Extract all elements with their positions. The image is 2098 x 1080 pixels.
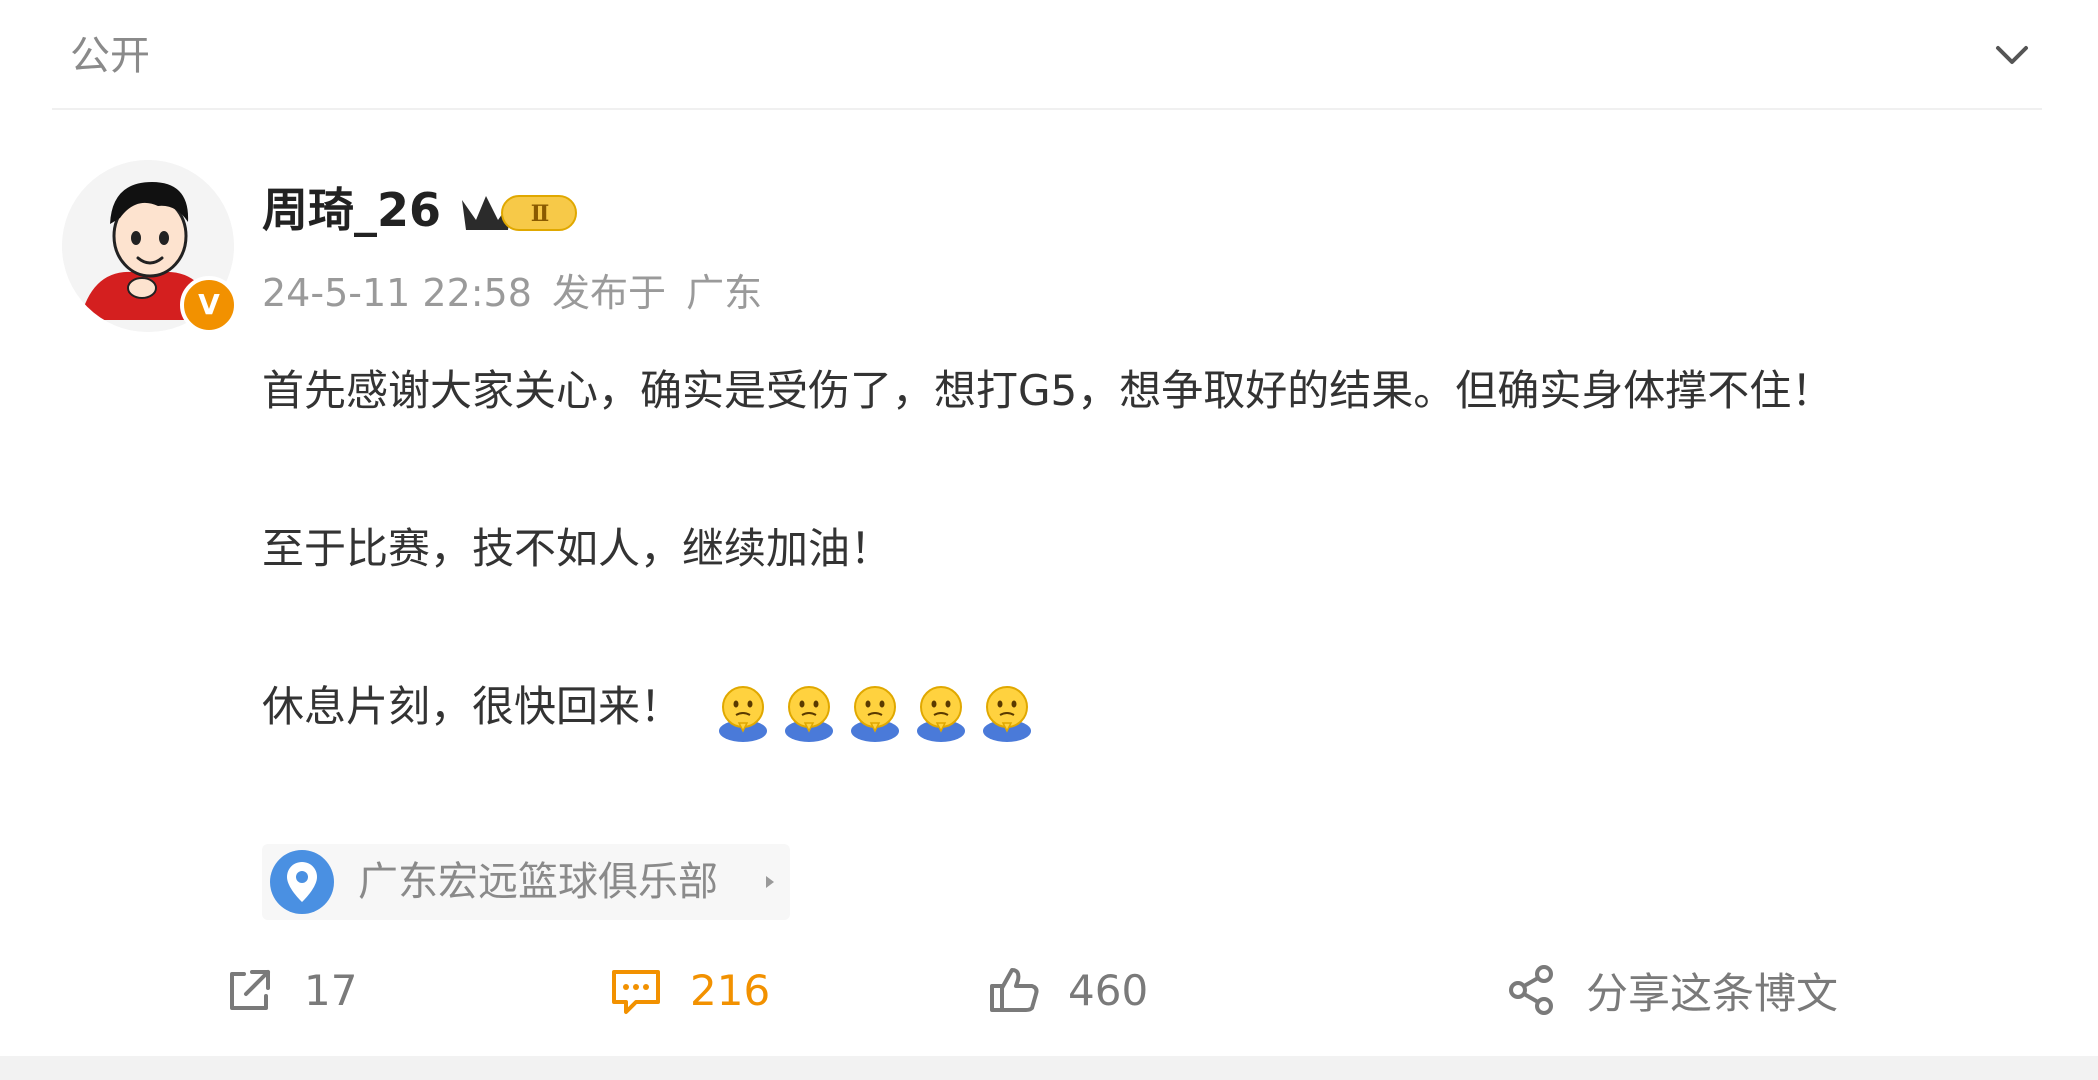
visibility-label: 公开	[70, 33, 150, 79]
author-avatar[interactable]: V	[62, 160, 238, 334]
share-icon	[1509, 965, 1553, 1015]
post-source-prefix: 发布于	[552, 271, 667, 315]
share-label: 分享这条博文	[1586, 968, 1839, 1018]
pray-emoji	[917, 686, 966, 742]
post-action-bar: 17 216 460 分享这条博文	[0, 950, 2098, 1030]
pray-emoji	[983, 686, 1032, 742]
post-visibility-bar: 公开	[0, 0, 2098, 112]
forward-button[interactable]: 17	[222, 950, 357, 1030]
share-button[interactable]: 分享这条博文	[1504, 950, 1838, 1030]
chevron-down-icon[interactable]	[1990, 36, 2034, 76]
bottom-divider	[0, 1056, 2098, 1080]
post-paragraph-2: 至于比赛，技不如人，继续加油！	[262, 524, 893, 573]
pray-emoji	[785, 686, 834, 742]
verified-badge-icon: V	[180, 276, 238, 334]
post-paragraph-3-wrap: 休息片刻，很快回来！	[262, 668, 2022, 749]
post-paragraph-3: 休息片刻，很快回来！	[262, 682, 683, 731]
crown-level-icon[interactable]: Ⅱ	[458, 186, 582, 238]
forward-icon	[230, 970, 270, 1010]
crown-level-label: Ⅱ	[531, 201, 550, 227]
post-timestamp[interactable]: 24-5-11 22:58	[262, 271, 532, 315]
emoji-row	[715, 671, 1045, 749]
header-divider	[52, 108, 2042, 110]
pray-emoji	[851, 686, 900, 742]
post-meta: 24-5-11 22:58 发布于 广东	[262, 266, 770, 320]
location-tag[interactable]: 广东宏远篮球俱乐部	[262, 844, 790, 920]
chevron-right-icon	[766, 876, 774, 888]
pray-emoji	[719, 686, 768, 742]
post-paragraph-1: 首先感谢大家关心，确实是受伤了，想打G5，想争取好的结果。但确实身体撑不住！	[262, 366, 1834, 415]
location-pin-icon	[270, 850, 334, 914]
comment-button[interactable]: 216	[608, 950, 770, 1030]
like-count: 460	[1068, 965, 1149, 1015]
forward-count: 17	[304, 965, 358, 1015]
author-name[interactable]: 周琦_26	[262, 180, 441, 240]
like-button[interactable]: 460	[986, 950, 1148, 1030]
thumbs-up-icon	[990, 968, 1039, 1012]
post-content: 首先感谢大家关心，确实是受伤了，想打G5，想争取好的结果。但确实身体撑不住！ 至…	[262, 352, 2022, 749]
comment-count: 216	[690, 965, 771, 1015]
comment-icon	[612, 970, 660, 1014]
post-region: 广东	[686, 271, 763, 315]
location-label: 广东宏远篮球俱乐部	[358, 859, 718, 905]
